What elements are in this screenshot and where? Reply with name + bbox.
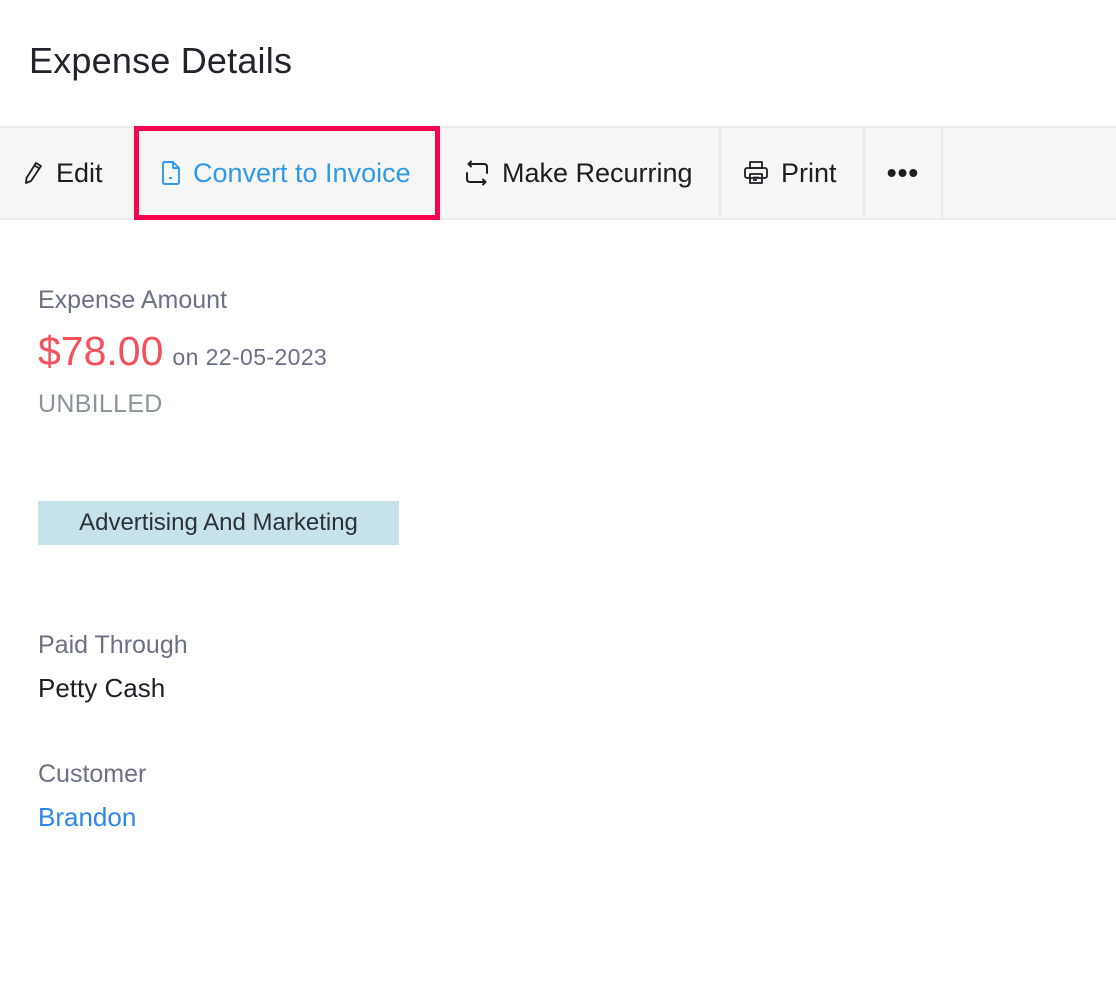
document-icon: [161, 160, 181, 186]
printer-icon: [743, 160, 769, 186]
make-recurring-button[interactable]: Make Recurring: [440, 128, 721, 218]
more-horizontal-icon: •••: [886, 157, 920, 188]
paid-through-value: Petty Cash: [38, 673, 166, 703]
customer-link[interactable]: Brandon: [38, 802, 136, 833]
expense-amount-label: Expense Amount: [38, 286, 228, 314]
expense-amount: $78.00: [38, 328, 164, 374]
pencil-icon: [22, 160, 44, 186]
page-title: Expense Details: [29, 40, 293, 81]
edit-button[interactable]: Edit: [0, 128, 134, 218]
expense-date: on 22-05-2023: [172, 344, 328, 370]
more-options-button[interactable]: •••: [865, 128, 943, 218]
convert-to-invoice-label: Convert to Invoice: [193, 157, 411, 188]
edit-label: Edit: [56, 157, 103, 188]
action-toolbar: Edit Convert to Invoice Make Recurring P…: [0, 126, 1116, 220]
customer-label: Customer: [38, 760, 147, 788]
print-button[interactable]: Print: [721, 128, 865, 218]
category-tag: Advertising And Marketing: [38, 501, 399, 545]
billing-status: UNBILLED: [38, 390, 163, 418]
make-recurring-label: Make Recurring: [502, 157, 693, 188]
convert-to-invoice-button[interactable]: Convert to Invoice: [134, 126, 440, 220]
expense-amount-row: $78.00 on 22-05-2023: [38, 328, 327, 375]
recurring-icon: [464, 160, 490, 186]
print-label: Print: [781, 157, 837, 188]
paid-through-label: Paid Through: [38, 631, 188, 659]
